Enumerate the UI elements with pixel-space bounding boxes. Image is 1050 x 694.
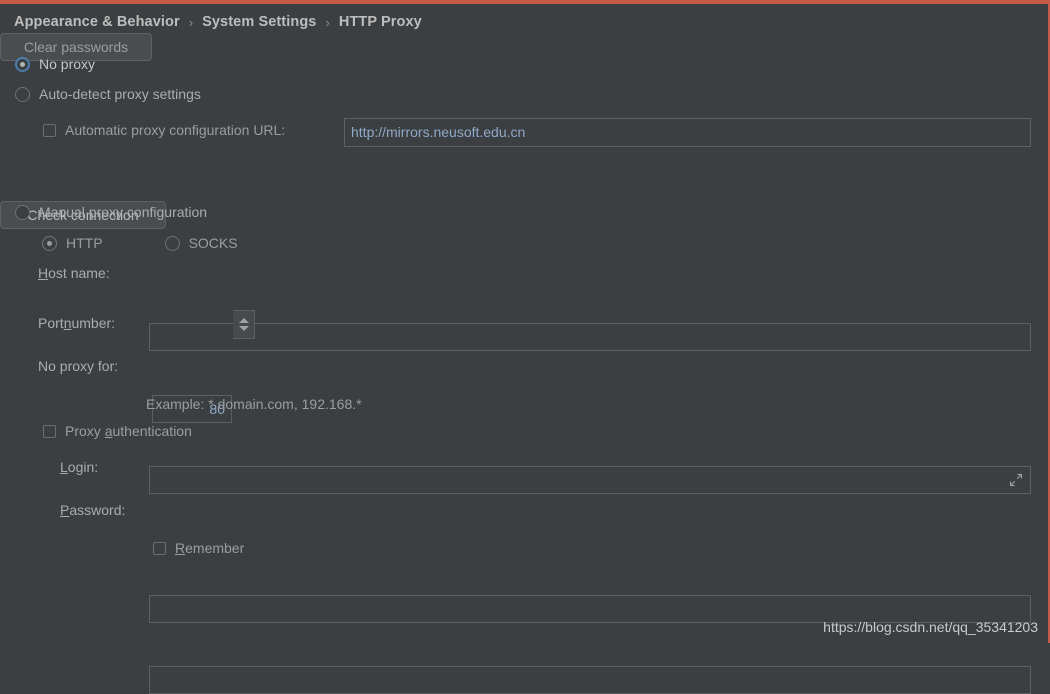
protocol-radio-group: HTTP SOCKS: [42, 235, 238, 251]
proxy-auth-label-pre: Proxy: [65, 423, 105, 439]
port-number-label-pre: Port: [38, 315, 64, 331]
checkbox-auto-proxy-config-url[interactable]: Automatic proxy configuration URL:: [43, 122, 285, 138]
breadcrumb-item-system-settings[interactable]: System Settings: [202, 14, 316, 30]
example-hint: Example: *.domain.com, 192.168.*: [146, 396, 362, 412]
radio-socks-icon[interactable]: [164, 235, 180, 251]
chevron-right-icon: ›: [325, 14, 330, 30]
checkbox-proxy-authentication-icon[interactable]: [43, 424, 56, 438]
radio-http[interactable]: HTTP: [42, 235, 103, 251]
password-label-mnemonic: P: [60, 502, 70, 518]
checkbox-auto-proxy-config-url-icon[interactable]: [43, 123, 56, 137]
port-number-label: Port n umber:: [38, 315, 115, 331]
stepper-up-icon[interactable]: [238, 318, 249, 323]
password-label-text: assword:: [69, 502, 126, 518]
radio-no-proxy-icon[interactable]: [15, 56, 30, 72]
radio-manual-proxy-label: Manual proxy configuration: [39, 204, 208, 220]
settings-panel: Appearance & Behavior › System Settings …: [0, 0, 1050, 694]
checkbox-proxy-authentication[interactable]: Proxy authentication: [43, 423, 192, 439]
radio-manual-proxy[interactable]: Manual proxy configuration: [15, 204, 207, 220]
radio-no-proxy-label: No proxy: [39, 56, 96, 72]
port-number-label-mnemonic: n: [63, 315, 72, 331]
radio-auto-detect-label: Auto-detect proxy settings: [39, 86, 201, 102]
stepper-down-icon[interactable]: [238, 326, 249, 331]
port-number-stepper[interactable]: [233, 310, 255, 339]
auto-proxy-config-url-label: Automatic proxy configuration URL:: [65, 122, 286, 138]
radio-socks[interactable]: SOCKS: [164, 235, 238, 251]
radio-auto-detect-icon[interactable]: [15, 86, 30, 102]
breadcrumb: Appearance & Behavior › System Settings …: [14, 14, 422, 30]
proxy-authentication-label: Proxy authentication: [65, 423, 192, 439]
password-input[interactable]: [149, 666, 1031, 694]
remember-label: Remember: [175, 540, 244, 556]
chevron-right-icon: ›: [188, 14, 194, 30]
radio-http-label: HTTP: [66, 235, 103, 251]
host-name-label-mnemonic: H: [38, 265, 49, 281]
proxy-auth-label-text: uthentication: [112, 423, 192, 439]
remember-label-mnemonic: R: [175, 540, 186, 556]
watermark: https://blog.csdn.net/qq_35341203: [823, 619, 1038, 635]
auto-proxy-config-url-input[interactable]: http://mirrors.neusoft.edu.cn: [344, 118, 1031, 147]
breadcrumb-item-http-proxy: HTTP Proxy: [338, 14, 422, 30]
host-name-input[interactable]: [149, 323, 1031, 351]
radio-manual-proxy-icon[interactable]: [15, 204, 30, 220]
breadcrumb-item-appearance[interactable]: Appearance & Behavior: [14, 14, 180, 30]
password-label: Password:: [60, 502, 125, 518]
login-label-mnemonic: L: [60, 459, 68, 475]
checkbox-remember-icon[interactable]: [153, 541, 166, 555]
no-proxy-for-input[interactable]: [149, 466, 1031, 494]
remember-label-text: emember: [185, 540, 245, 556]
host-name-label: Host name:: [38, 265, 110, 281]
no-proxy-for-label: No proxy for:: [38, 358, 119, 374]
checkbox-remember[interactable]: Remember: [153, 540, 244, 556]
port-number-label-text: umber:: [71, 315, 116, 331]
host-name-label-text: ost name:: [48, 265, 110, 281]
login-label-text: ogin:: [67, 459, 99, 475]
radio-http-icon[interactable]: [42, 235, 57, 251]
radio-no-proxy[interactable]: No proxy: [15, 56, 95, 72]
radio-socks-label: SOCKS: [188, 235, 238, 251]
expand-icon[interactable]: [1009, 473, 1023, 487]
radio-auto-detect[interactable]: Auto-detect proxy settings: [15, 86, 201, 102]
login-label: Login:: [60, 459, 98, 475]
